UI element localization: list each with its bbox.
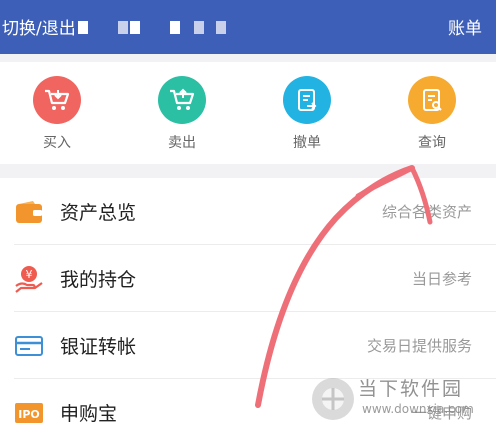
site-watermark: 当下软件园 www.downxia.com <box>306 370 496 430</box>
masked-account-char <box>194 21 204 34</box>
menu-item-bank-transfer[interactable]: 银证转帐 交易日提供服务 <box>0 312 496 379</box>
menu-item-my-holdings[interactable]: ¥ 我的持仓 当日参考 <box>0 245 496 312</box>
menu-item-hint: 当日参考 <box>411 270 472 288</box>
menu-item-hint: 综合各类资产 <box>381 203 472 221</box>
buy-button[interactable]: 买入 <box>17 76 97 152</box>
holdings-icon: ¥ <box>14 265 44 293</box>
sell-button[interactable]: 卖出 <box>142 76 222 152</box>
cart-sell-icon <box>158 76 206 124</box>
svg-text:¥: ¥ <box>26 268 33 281</box>
sell-label: 卖出 <box>168 135 196 151</box>
cart-buy-icon <box>33 76 81 124</box>
svg-text:IPO: IPO <box>18 408 40 421</box>
query-label: 查询 <box>418 135 446 151</box>
cancel-order-label: 撤单 <box>293 135 321 151</box>
masked-account-char <box>78 21 88 34</box>
wallet-icon <box>14 198 44 226</box>
menu-item-title: 我的持仓 <box>60 269 137 291</box>
trade-actions: 买入 卖出 撤单 查询 <box>0 62 496 164</box>
switch-logout-link[interactable]: 切换/退出 <box>2 14 76 39</box>
watermark-text: 当下软件园 <box>358 378 464 400</box>
cancel-order-button[interactable]: 撤单 <box>267 76 347 152</box>
ipo-icon: IPO <box>14 399 44 427</box>
menu-item-title: 申购宝 <box>60 403 118 425</box>
query-icon <box>408 76 456 124</box>
masked-account-char <box>118 21 128 34</box>
cancel-order-icon <box>283 76 331 124</box>
watermark-logo-icon <box>312 378 354 420</box>
top-bar: 切换/退出 账单 <box>0 0 496 54</box>
query-button[interactable]: 查询 <box>392 76 472 152</box>
menu-item-asset-overview[interactable]: 资产总览 综合各类资产 <box>0 178 496 245</box>
masked-account-char <box>170 21 180 34</box>
menu-item-title: 银证转帐 <box>60 336 137 358</box>
masked-account-char <box>130 21 140 34</box>
bank-card-icon <box>14 332 44 360</box>
masked-account-char <box>216 21 226 34</box>
buy-label: 买入 <box>43 135 71 151</box>
menu-item-hint: 交易日提供服务 <box>366 337 472 355</box>
watermark-url: www.downxia.com <box>362 402 474 416</box>
menu-item-title: 资产总览 <box>60 202 137 224</box>
account-statement-link[interactable]: 账单 <box>448 14 482 39</box>
